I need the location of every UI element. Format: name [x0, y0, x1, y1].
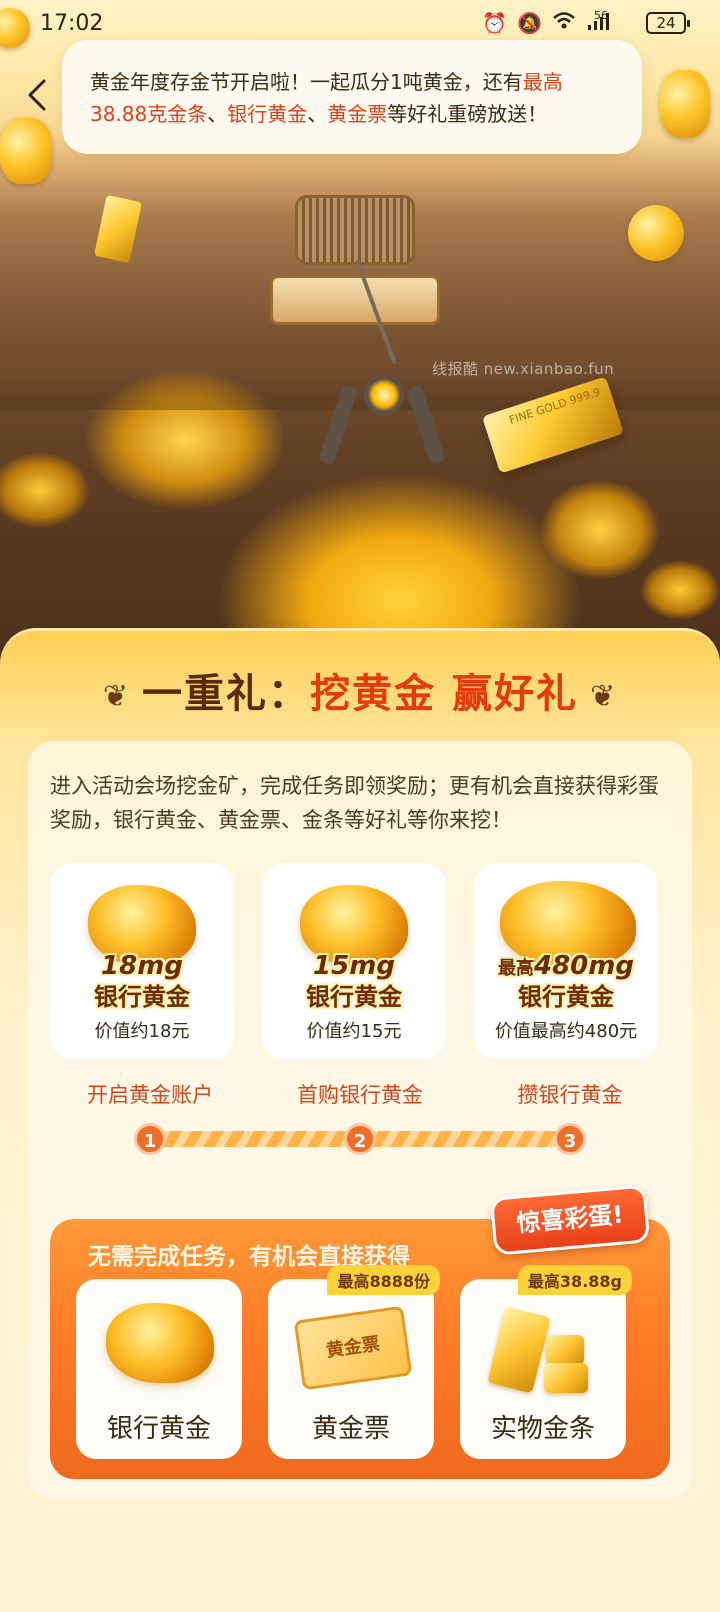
gold-bars-icon: [487, 1305, 596, 1395]
wheat-left-icon: ❦: [102, 678, 131, 714]
bonus-label: 银行黄金: [106, 1414, 211, 1444]
reward-card[interactable]: 最高480mg 银行黄金 价值最高约480元: [474, 863, 658, 1059]
winch-drum: [295, 195, 415, 265]
reward-name: 银行黄金: [518, 983, 614, 1011]
claw-icon: [318, 345, 446, 466]
gold-nugget-icon: [106, 1303, 214, 1383]
floating-coin: [628, 205, 684, 261]
gold-bar-shape: [544, 1363, 588, 1393]
step-labels: 开启黄金账户 首购银行黄金 攒银行黄金: [50, 1079, 670, 1109]
bonus-list: 银行黄金 最高8888份 黄金票 黄金票 最高38.88g 实物金条: [76, 1265, 632, 1459]
reward-value: 价值约18元: [94, 1021, 190, 1042]
wifi-icon: [552, 11, 576, 36]
floating-gold-bar: [93, 194, 143, 264]
banner-text: 等好礼重磅放送！: [387, 102, 548, 126]
banner-text: 黄金年度存金节开启啦！一起瓜分1吨黄金，还有: [90, 70, 523, 94]
reward-card[interactable]: 18mg 银行黄金 价值约18元: [50, 863, 234, 1059]
status-icons: ⏰ 🔕 56 24: [482, 8, 690, 36]
status-bar: 17:02 ⏰ 🔕 56 24: [0, 0, 720, 46]
step-dot: 3: [554, 1123, 586, 1155]
claw-arm-left: [318, 384, 358, 466]
status-time: 17:02: [40, 10, 104, 36]
step-dot: 2: [344, 1123, 376, 1155]
bonus-label: 黄金票: [311, 1414, 390, 1444]
wheat-right-icon: ❦: [589, 678, 618, 714]
floating-coin: [660, 70, 710, 138]
step-label[interactable]: 攒银行黄金: [470, 1079, 670, 1109]
mute-icon: 🔕: [517, 11, 542, 35]
banner-text: 、: [307, 102, 328, 126]
floating-coin: [0, 118, 52, 184]
surprise-tag: 惊喜彩蛋!: [489, 1184, 651, 1256]
reward-card[interactable]: 15mg 银行黄金 价值约15元: [262, 863, 446, 1059]
reward-list: 18mg 银行黄金 价值约18元 15mg 银行黄金 价值约15元 最高480m…: [50, 863, 658, 1059]
bonus-card-gold-bar[interactable]: 最高38.88g 实物金条: [460, 1265, 632, 1459]
step-dot: 1: [134, 1123, 166, 1155]
reward-name: 银行黄金: [306, 983, 402, 1011]
gold-ticket-icon: 黄金票: [293, 1305, 413, 1391]
back-button[interactable]: [24, 78, 50, 112]
activity-description: 进入活动会场挖金矿，完成任务即领奖励；更有机会直接获得彩蛋奖励，银行黄金、黄金票…: [50, 774, 659, 832]
bonus-card-gold-ticket[interactable]: 最高8888份 黄金票 黄金票: [268, 1265, 440, 1459]
battery-icon: 24: [646, 12, 690, 34]
alarm-icon: ⏰: [482, 11, 508, 35]
watermark-text: 线报酷 new.xianbao.fun: [432, 360, 615, 378]
banner-text: 、: [207, 102, 228, 126]
reward-value: 价值最高约480元: [494, 1021, 638, 1042]
gold-bar-shape: [487, 1306, 551, 1394]
reward-value: 价值约15元: [306, 1021, 402, 1042]
step-label[interactable]: 首购银行黄金: [260, 1079, 460, 1109]
reward-name: 银行黄金: [94, 983, 190, 1011]
section-title: ❦ 一重礼：挖黄金 赢好礼 ❦: [0, 661, 720, 719]
bonus-label: 实物金条: [490, 1414, 595, 1444]
step-label[interactable]: 开启黄金账户: [50, 1079, 250, 1109]
banner-highlight: 黄金票: [327, 102, 388, 126]
claw-arm-right: [406, 384, 446, 466]
section-title-main: 挖黄金 赢好礼: [310, 671, 578, 717]
battery-level: 24: [656, 14, 676, 32]
announcement-banner: 黄金年度存金节开启啦！一起瓜分1吨黄金，还有最高38.88克金条、银行黄金、黄金…: [62, 40, 642, 154]
claw-core: [364, 375, 404, 415]
winch-base: [270, 275, 440, 325]
bonus-card-bank-gold[interactable]: 银行黄金: [76, 1279, 242, 1459]
bonus-badge: 最高38.88g: [517, 1265, 632, 1295]
gold-bar-shape: [546, 1335, 584, 1365]
surprise-bonus-box: 无需完成任务，有机会直接获得 惊喜彩蛋! 银行黄金 最高8888份 黄金票 黄金…: [50, 1184, 670, 1479]
ticket-text: 黄金票: [324, 1333, 382, 1362]
chevron-left-icon: [28, 79, 46, 111]
activity-card: ❦ 一重礼：挖黄金 赢好礼 ❦ 进入活动会场挖金矿，完成任务即领奖励；更有机会直接获…: [0, 628, 720, 1612]
winch-machine: [270, 185, 440, 325]
section-title-prefix: 一重礼：: [142, 671, 311, 717]
bonus-badge: 最高8888份: [327, 1265, 440, 1295]
banner-highlight: 银行黄金: [227, 102, 308, 126]
network-label: 56: [594, 8, 608, 22]
